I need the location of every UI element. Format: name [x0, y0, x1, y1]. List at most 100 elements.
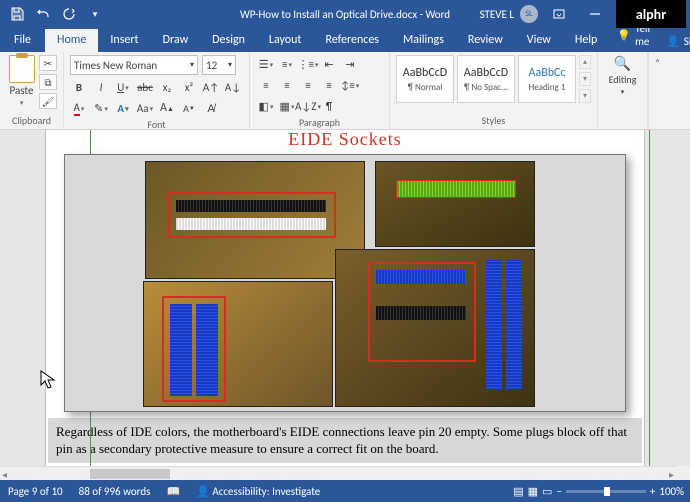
style-no-spacing[interactable]: AaBbCcD ¶ No Spac... — [457, 55, 515, 103]
embedded-image[interactable] — [64, 154, 626, 412]
tab-help[interactable]: Help — [563, 29, 610, 52]
line-spacing-button[interactable]: ↕≡ — [340, 76, 360, 94]
cut-button[interactable]: ✂ — [39, 55, 57, 71]
tab-draw[interactable]: Draw — [151, 29, 201, 52]
bullets-button[interactable]: ☰ — [256, 55, 276, 73]
increase-indent-button[interactable]: ⇥ — [340, 55, 360, 73]
brand-overlay: alphr — [616, 0, 686, 28]
text-effects-button[interactable]: A — [114, 99, 132, 117]
shading-button[interactable]: ◧ — [256, 97, 276, 115]
chevron-down-icon[interactable]: ▾ — [621, 87, 625, 96]
superscript-button[interactable]: x² — [180, 78, 198, 96]
font-family-combo[interactable]: Times New Roman ▾ — [70, 55, 198, 75]
tab-design[interactable]: Design — [200, 29, 257, 52]
group-clipboard: Paste ▾ ✂ ⧉ 🖌 Clipboard — [0, 52, 64, 129]
word-count[interactable]: 88 of 996 words — [71, 485, 159, 498]
find-icon[interactable]: 🔍 — [614, 55, 631, 72]
qat-customize-icon[interactable]: ▾ — [84, 3, 106, 25]
shrink-font-button-2[interactable]: A▼ — [180, 99, 198, 117]
scroll-down-icon[interactable]: ▾ — [579, 72, 591, 86]
accessibility-icon: 👤 — [196, 485, 210, 498]
book-icon: 📖 — [166, 485, 180, 498]
share-button[interactable]: 👤 Share — [658, 31, 690, 52]
tab-review[interactable]: Review — [456, 29, 515, 52]
justify-button[interactable]: ≡ — [319, 76, 339, 94]
clipboard-icon — [9, 55, 35, 83]
web-layout-button[interactable]: ▭ — [542, 485, 552, 498]
decrease-indent-button[interactable]: ⇤ — [319, 55, 339, 73]
bold-button[interactable]: B — [70, 78, 88, 96]
chevron-down-icon: ▾ — [20, 98, 24, 107]
zoom-out-button[interactable]: − — [556, 485, 561, 498]
align-right-button[interactable]: ≡ — [298, 76, 318, 94]
styles-more-icon[interactable]: ▾ — [579, 89, 591, 103]
change-case-button[interactable]: Aa — [136, 99, 154, 117]
tab-file[interactable]: File — [0, 29, 45, 52]
redo-icon[interactable] — [58, 3, 80, 25]
italic-button[interactable]: I — [92, 78, 110, 96]
subscript-button[interactable]: x₂ — [158, 78, 176, 96]
borders-button[interactable]: ▦ — [277, 97, 297, 115]
scroll-right-icon[interactable]: ▸ — [669, 468, 674, 480]
align-left-button[interactable]: ≡ — [256, 76, 276, 94]
tab-view[interactable]: View — [515, 29, 563, 52]
style-name: ¶ Normal — [397, 80, 453, 93]
group-label-font: Font — [70, 117, 243, 131]
accessibility-status[interactable]: 👤 Accessibility: Investigate — [188, 485, 328, 498]
zoom-in-button[interactable]: + — [650, 485, 655, 498]
user-avatar[interactable]: SL — [520, 5, 538, 23]
underline-button[interactable]: U — [114, 78, 132, 96]
paste-button[interactable]: Paste ▾ — [6, 55, 37, 107]
undo-icon[interactable] — [32, 3, 54, 25]
proofing-button[interactable]: 📖 — [158, 485, 188, 498]
styles-gallery-scroll[interactable]: ▴ ▾ ▾ — [579, 55, 591, 103]
style-name: Heading 1 — [519, 80, 575, 93]
show-marks-button[interactable]: ¶ — [319, 97, 339, 115]
page-count[interactable]: Page 9 of 10 — [0, 485, 71, 498]
font-color-button[interactable]: A — [70, 99, 88, 117]
tab-references[interactable]: References — [313, 29, 391, 52]
grow-font-button-2[interactable]: A▲ — [158, 99, 176, 117]
style-heading1[interactable]: AaBbCc Heading 1 — [518, 55, 576, 103]
brush-icon: 🖌 — [42, 95, 55, 108]
editing-label: Editing — [609, 73, 637, 86]
format-painter-button[interactable]: 🖌 — [39, 93, 57, 109]
ribbon: Paste ▾ ✂ ⧉ 🖌 Clipboard Times New Roman … — [0, 52, 690, 130]
font-size-combo[interactable]: 12 ▾ — [202, 55, 236, 75]
numbering-button[interactable]: ≡ — [277, 55, 297, 73]
highlight-button[interactable]: ✎ — [92, 99, 110, 117]
tab-home[interactable]: Home — [45, 29, 98, 52]
motherboard-photo — [143, 281, 333, 407]
scrollbar-thumb[interactable] — [90, 469, 170, 479]
tab-layout[interactable]: Layout — [257, 29, 314, 52]
zoom-value[interactable]: 100% — [659, 485, 684, 498]
tab-insert[interactable]: Insert — [98, 29, 150, 52]
multilevel-button[interactable]: ⋮≡ — [298, 55, 318, 73]
minimize-icon[interactable] — [580, 0, 610, 28]
print-layout-icon: ▦ — [528, 485, 538, 498]
web-layout-icon: ▭ — [542, 485, 552, 498]
strikethrough-button[interactable]: abc — [136, 78, 154, 96]
group-label-styles: Styles — [396, 113, 591, 127]
ribbon-display-options-icon[interactable] — [544, 0, 574, 28]
font-size-value: 12 — [206, 59, 217, 72]
tab-mailings[interactable]: Mailings — [391, 29, 456, 52]
scroll-left-icon[interactable]: ◂ — [2, 468, 7, 480]
print-layout-button[interactable]: ▦ — [528, 485, 538, 498]
style-normal[interactable]: AaBbCcD ¶ Normal — [396, 55, 454, 103]
shrink-font-button[interactable]: A↓ — [224, 78, 242, 96]
slider-thumb[interactable] — [604, 487, 610, 496]
document-area[interactable]: EIDE Sockets Regardl — [0, 130, 690, 480]
read-mode-button[interactable]: ▤ — [513, 485, 523, 498]
copy-button[interactable]: ⧉ — [39, 74, 57, 90]
scroll-up-icon[interactable]: ▴ — [579, 55, 591, 69]
grow-font-button[interactable]: A↑ — [202, 78, 220, 96]
horizontal-scrollbar[interactable]: ◂ ▸ — [0, 466, 676, 480]
sort-button[interactable]: A↓Z — [298, 97, 318, 115]
number-list-icon: ≡ — [282, 58, 287, 71]
collapse-ribbon-button[interactable]: ˄ — [648, 52, 666, 129]
save-icon[interactable] — [6, 3, 28, 25]
zoom-slider[interactable] — [566, 490, 646, 493]
clear-formatting-button[interactable]: A̸ — [202, 99, 220, 117]
align-center-button[interactable]: ≡ — [277, 76, 297, 94]
